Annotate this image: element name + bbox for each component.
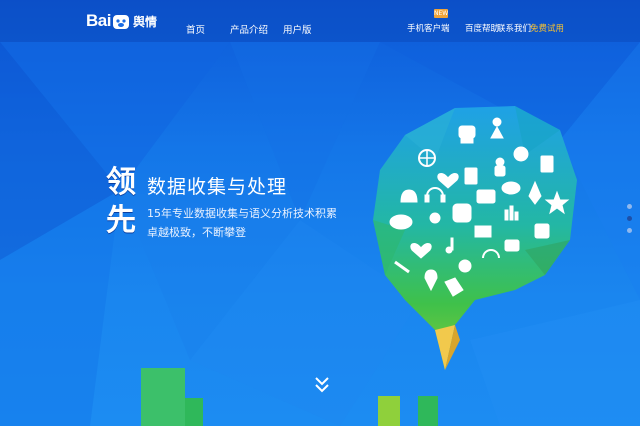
nav-help[interactable]: 百度帮助 [465, 22, 499, 34]
camera-icon [476, 189, 496, 204]
globe-icon [418, 149, 436, 167]
document-icon [464, 167, 478, 185]
carousel-dots [626, 204, 634, 240]
hero-line-2: 卓越极致，不断攀登 [147, 226, 246, 239]
mail-icon [474, 225, 492, 238]
hero-big-char-1: 领 [106, 165, 136, 200]
bell-icon [400, 189, 418, 203]
carousel-dot-3[interactable] [627, 228, 632, 233]
baidu-paw-icon [452, 203, 472, 223]
sun-icon [429, 212, 441, 224]
baidu-logo[interactable]: Bai 舆情 [86, 9, 157, 33]
person-icon [494, 157, 506, 177]
weibo-icon [513, 146, 529, 162]
chat-icon [501, 181, 521, 195]
logo-text: Bai [86, 11, 111, 30]
cloud-icon [389, 214, 413, 230]
nav-free-trial[interactable]: 免费试用 [530, 22, 564, 34]
hero-line-1: 15年专业数据收集与语义分析技术积累 [147, 207, 337, 220]
chat-icon [458, 259, 472, 273]
rss-icon [534, 223, 550, 239]
nav-contact[interactable]: 联系我们 [497, 22, 531, 34]
logo-sub: 舆情 [132, 14, 157, 29]
new-badge: NEW [434, 9, 449, 18]
chevron-down-icon[interactable] [314, 376, 330, 394]
nav-user-edition[interactable]: 用户版 [283, 22, 312, 36]
brain-illustration [373, 106, 577, 370]
nav-product[interactable]: 产品介绍 [230, 22, 268, 36]
carousel-dot-2[interactable] [627, 216, 632, 221]
paw-icon [112, 15, 129, 29]
camera-icon [504, 239, 520, 252]
document-icon [540, 155, 554, 173]
nav-mobile-client[interactable]: 手机客户端 [407, 22, 450, 34]
telephone-icon [458, 125, 476, 144]
hero-big-char-2: 先 [106, 203, 136, 238]
hero-title: 数据收集与处理 [147, 176, 288, 198]
carousel-dot-1[interactable] [627, 204, 632, 209]
nav-home[interactable]: 首页 [186, 22, 205, 36]
hero-big-chars: 领 先 [106, 164, 142, 240]
